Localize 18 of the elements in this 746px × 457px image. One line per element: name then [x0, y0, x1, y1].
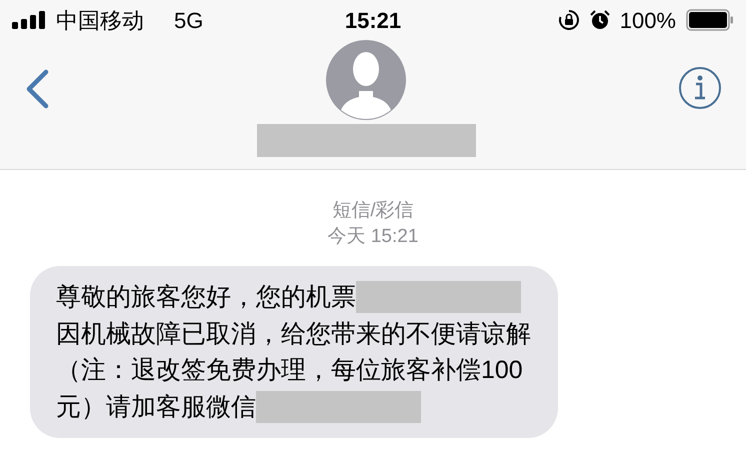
status-time: 15:21 [344, 6, 402, 34]
contact-avatar-icon[interactable] [325, 39, 407, 121]
info-icon [678, 66, 722, 110]
info-button[interactable] [678, 66, 722, 110]
rotation-lock-icon [558, 9, 580, 31]
alarm-icon [590, 10, 610, 30]
carrier-name: 中国移动 [56, 6, 144, 34]
network-type: 5G [174, 6, 204, 34]
back-chevron-icon [24, 68, 50, 110]
message-text: 因机械故障已取消，给您带来的不便请谅解 [56, 318, 531, 350]
message-timestamp: 今天 15:21 [328, 225, 418, 249]
signal-icon [12, 11, 46, 29]
message-text: 元）请加客服微信 [56, 392, 256, 422]
battery-icon [686, 9, 734, 31]
battery-percent: 100% [620, 6, 676, 34]
message-text: （注：退改签免费办理，每位旅客补偿100 [56, 355, 523, 386]
message-service-label: 短信/彩信 [332, 199, 414, 223]
message-text: 尊敬的旅客您好，您的机票 [56, 282, 356, 313]
